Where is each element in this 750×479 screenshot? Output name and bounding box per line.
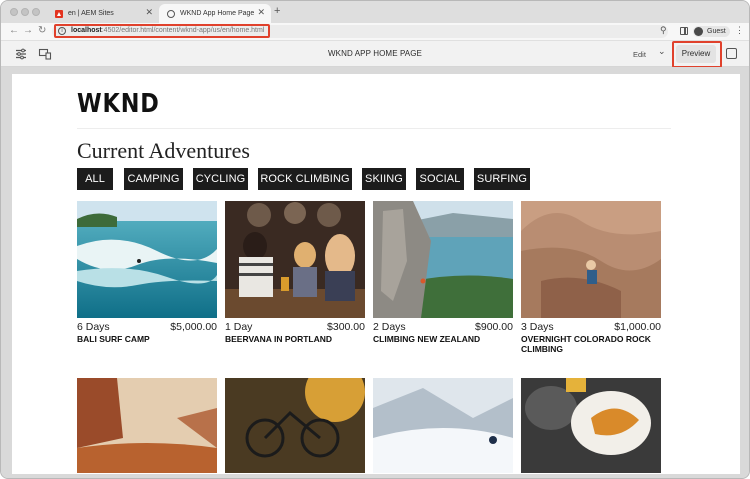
adventure-image-surf[interactable] [77,201,217,318]
avatar [694,27,703,36]
filter-skiing[interactable]: SKIING [362,168,406,190]
page-canvas: WKND Current Adventures ALL CAMPING CYCL… [12,74,740,474]
forward-arrow-icon[interactable]: → [23,25,33,37]
minimize-window-button[interactable] [21,8,29,16]
editor-toolbar: WKND APP HOME PAGE Edit ⌄ Preview [1,40,749,67]
reload-icon[interactable]: ↻ [38,25,46,37]
card-price: $300.00 [327,321,365,333]
adventure-image-beer[interactable] [225,201,365,318]
header-divider [77,128,671,129]
card-meta: 1 Day $300.00 [225,321,365,334]
back-arrow-icon[interactable]: ← [9,25,19,37]
close-icon[interactable]: ✕ [145,7,153,18]
zoom-icon[interactable]: ⚲ [660,25,667,36]
card-title[interactable]: CLIMBING NEW ZEALAND [373,334,513,344]
tab-strip: en | AEM Sites ✕ WKND App Home Page ✕ + [1,1,749,23]
new-tab-button[interactable]: + [274,5,280,17]
browser-window: en | AEM Sites ✕ WKND App Home Page ✕ + … [0,0,750,479]
more-menu-icon[interactable]: ⋮ [735,25,744,36]
preview-highlight-box [672,41,722,68]
card-duration: 3 Days [521,321,554,333]
card-duration: 1 Day [225,321,253,333]
card-title[interactable]: BALI SURF CAMP [77,334,217,344]
adventure-image-cycling[interactable] [225,378,365,473]
section-title: Current Adventures [77,138,250,163]
close-icon[interactable]: ✕ [257,7,265,18]
mode-selector-label[interactable]: Edit [633,50,646,59]
adventure-image-rock-climbing[interactable] [521,201,661,318]
card-title[interactable]: BEERVANA IN PORTLAND [225,334,365,344]
chevron-down-icon[interactable]: ⌄ [658,46,666,57]
filter-surfing[interactable]: SURFING [474,168,530,190]
card-duration: 6 Days [77,321,110,333]
profile-button[interactable]: Guest [693,26,730,37]
card-duration: 2 Days [373,321,406,333]
filter-camping[interactable]: CAMPING [124,168,183,190]
zoom-window-button[interactable] [32,8,40,16]
card-meta: 6 Days $5,000.00 [77,321,217,334]
adventure-image-skiing[interactable] [373,378,513,473]
adventure-image-food[interactable] [521,378,661,473]
adventure-card[interactable]: 2 Days $900.00 CLIMBING NEW ZEALAND [373,201,513,344]
side-panel-icon[interactable] [680,27,688,35]
tab-aem-sites[interactable]: en | AEM Sites ✕ [47,4,159,23]
card-meta: 2 Days $900.00 [373,321,513,334]
tab-label: en | AEM Sites [68,10,114,17]
filter-cycling[interactable]: CYCLING [193,168,248,190]
card-price: $5,000.00 [170,321,217,333]
editor-canvas-frame: WKND Current Adventures ALL CAMPING CYCL… [1,67,749,478]
card-price: $1,000.00 [614,321,661,333]
close-window-button[interactable] [10,8,18,16]
adventure-card[interactable]: 6 Days $5,000.00 BALI SURF CAMP [77,201,217,344]
wknd-logo[interactable]: WKND [77,89,160,119]
filter-all[interactable]: ALL [77,168,113,190]
card-title[interactable]: OVERNIGHT COLORADO ROCK CLIMBING [521,334,661,354]
tab-wknd-app-home-page[interactable]: WKND App Home Page ✕ [159,4,271,23]
adobe-icon [55,9,63,18]
adventure-image-climbing[interactable] [373,201,513,318]
filter-rock-climbing[interactable]: ROCK CLIMBING [258,168,352,190]
filter-social[interactable]: SOCIAL [416,168,464,190]
tab-label: WKND App Home Page [180,10,255,17]
url-highlight-box [54,24,270,38]
adventure-image-canyon[interactable] [77,378,217,473]
card-meta: 3 Days $1,000.00 [521,321,661,334]
annotations-icon[interactable] [726,48,737,59]
adventure-card[interactable]: 3 Days $1,000.00 OVERNIGHT COLORADO ROCK… [521,201,661,354]
card-price: $900.00 [475,321,513,333]
adventure-card[interactable]: 1 Day $300.00 BEERVANA IN PORTLAND [225,201,365,344]
profile-label: Guest [707,28,726,35]
globe-icon [167,9,175,18]
